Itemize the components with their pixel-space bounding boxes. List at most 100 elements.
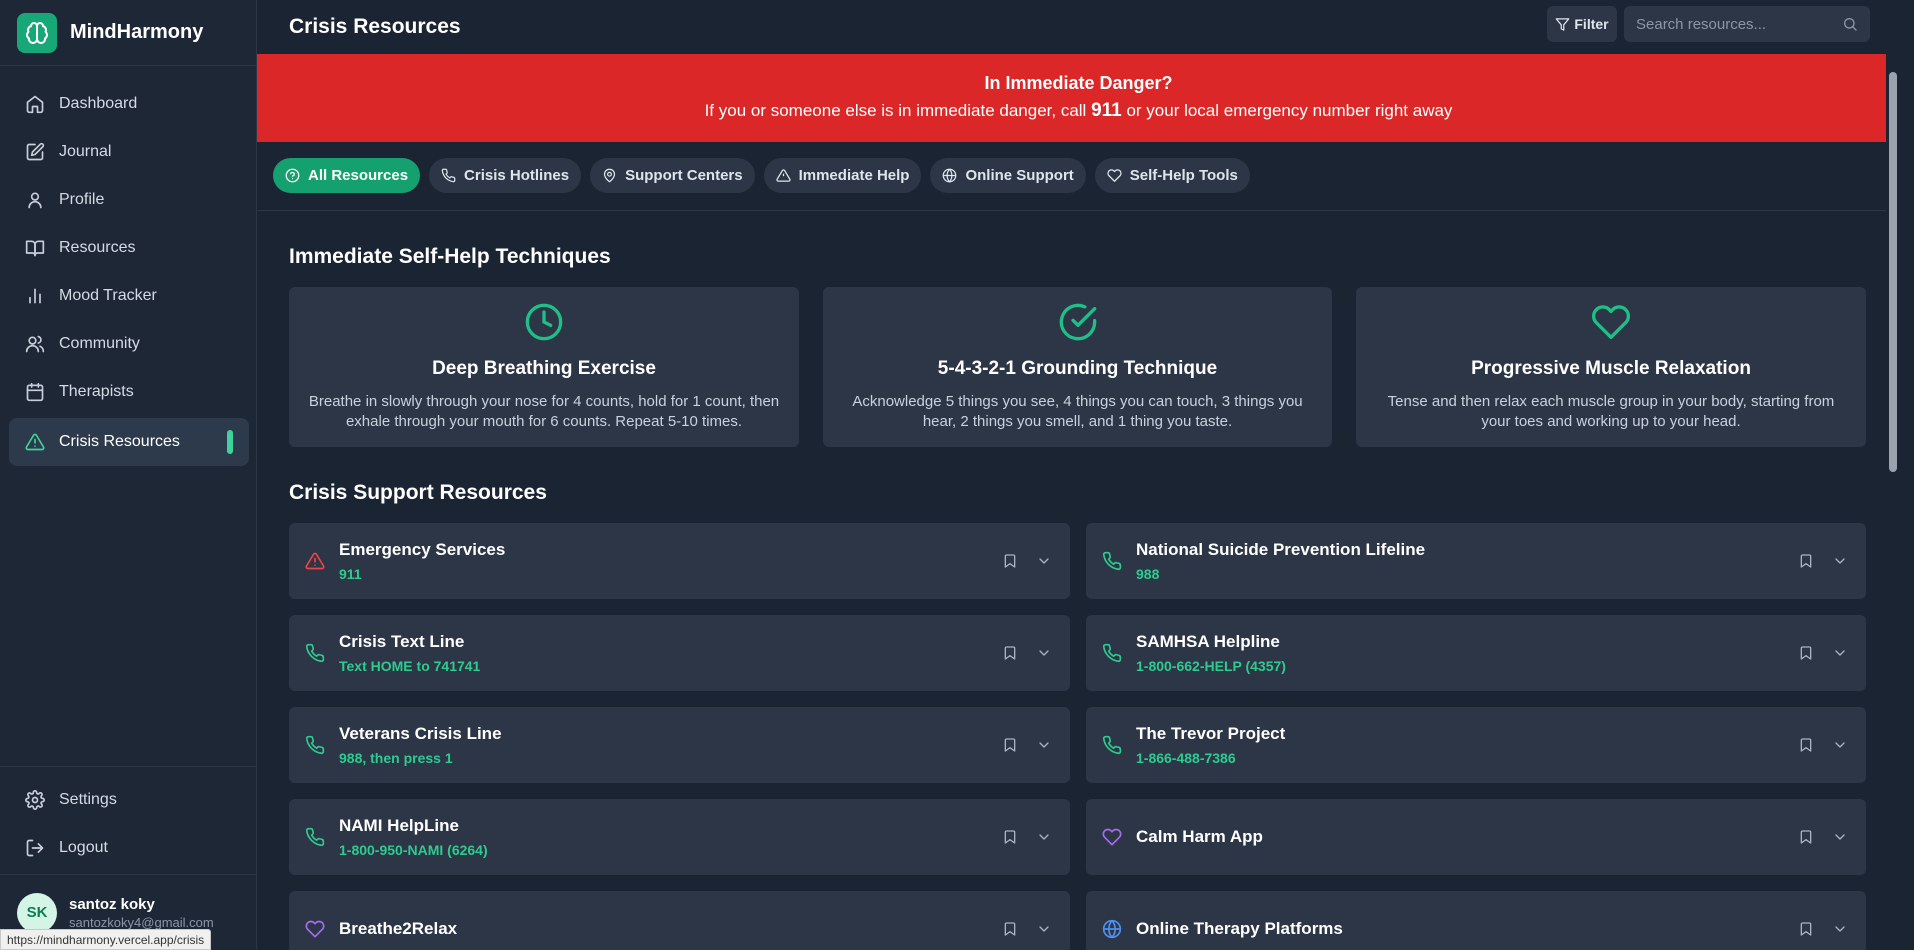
filter-label: Crisis Hotlines	[464, 167, 570, 184]
filter-support-centers[interactable]: Support Centers	[590, 158, 755, 193]
resource-card[interactable]: Calm Harm App	[1086, 799, 1866, 875]
users-icon	[25, 334, 45, 354]
filter-immediate-help[interactable]: Immediate Help	[763, 158, 922, 193]
technique-card[interactable]: Deep Breathing Exercise Breathe in slowl…	[289, 287, 799, 447]
search-box	[1624, 6, 1870, 42]
gear-icon	[25, 790, 45, 810]
sidebar-item-label: Profile	[59, 191, 105, 208]
sidebar-item-label: Therapists	[59, 383, 134, 400]
check-circle-icon	[1058, 302, 1098, 342]
chevron-down-icon[interactable]	[1832, 737, 1848, 753]
resource-detail: 988, then press 1	[339, 750, 453, 766]
chevron-down-icon[interactable]	[1036, 553, 1052, 569]
heart-icon	[1107, 168, 1130, 183]
bookmark-icon[interactable]	[1002, 737, 1018, 753]
chevron-down-icon[interactable]	[1036, 645, 1052, 661]
bookmark-icon[interactable]	[1798, 737, 1814, 753]
active-indicator	[227, 430, 233, 454]
chevron-down-icon[interactable]	[1832, 921, 1848, 937]
resource-detail: Text HOME to 741741	[339, 658, 481, 674]
sidebar-item-settings[interactable]: Settings	[9, 776, 248, 824]
bookmark-icon[interactable]	[1002, 645, 1018, 661]
sidebar-item-dashboard[interactable]: Dashboard	[9, 80, 249, 128]
technique-title: Progressive Muscle Relaxation	[1471, 358, 1751, 379]
logout-icon	[25, 838, 45, 858]
technique-card[interactable]: 5-4-3-2-1 Grounding Technique Acknowledg…	[823, 287, 1332, 447]
sidebar-item-resources[interactable]: Resources	[9, 224, 249, 272]
main-content: Crisis Resources Filter In Immediate Dan…	[257, 0, 1900, 950]
scroll-thumb[interactable]	[1889, 72, 1897, 472]
brain-icon	[17, 12, 57, 53]
resource-card[interactable]: SAMHSA Helpline 1-800-662-HELP (4357)	[1086, 615, 1866, 691]
sidebar-item-logout[interactable]: Logout	[9, 824, 248, 872]
chevron-down-icon[interactable]	[1036, 921, 1052, 937]
resource-card[interactable]: Crisis Text Line Text HOME to 741741	[289, 615, 1070, 691]
scrollbar[interactable]	[1886, 54, 1900, 950]
resource-detail: 1-800-950-NAMI (6264)	[339, 842, 488, 858]
chevron-down-icon[interactable]	[1832, 829, 1848, 845]
sidebar-bottom-nav: Settings Logout	[0, 766, 257, 872]
bar-chart-icon	[25, 286, 45, 306]
danger-title: In Immediate Danger?	[984, 73, 1173, 93]
bookmark-icon[interactable]	[1798, 829, 1814, 845]
user-email: santozkoky4@gmail.com	[69, 914, 214, 930]
resource-name: The Trevor Project	[1136, 724, 1286, 743]
filter-button[interactable]: Filter	[1547, 6, 1617, 42]
sidebar-item-label: Crisis Resources	[59, 433, 180, 450]
filter-label: Filter	[1574, 16, 1609, 32]
filter-online-support[interactable]: Online Support	[930, 158, 1086, 193]
resource-name: Breathe2Relax	[339, 919, 458, 938]
filter-all-resources[interactable]: All Resources	[273, 158, 421, 193]
bookmark-icon[interactable]	[1798, 553, 1814, 569]
resource-card[interactable]: Breathe2Relax	[289, 891, 1070, 950]
sidebar: MindHarmony Dashboard Journal Profile Re…	[0, 0, 257, 950]
globe-icon	[1102, 919, 1122, 939]
technique-desc: Tense and then relax each muscle group i…	[1387, 393, 1835, 430]
filter-label: Immediate Help	[798, 167, 910, 184]
heart-icon	[305, 919, 325, 939]
home-icon	[25, 94, 45, 114]
filter-label: Self-Help Tools	[1129, 167, 1238, 184]
resources-title: Crisis Support Resources	[289, 481, 547, 504]
sidebar-item-therapists[interactable]: Therapists	[9, 368, 249, 416]
sidebar-item-label: Logout	[59, 839, 108, 856]
chevron-down-icon[interactable]	[1036, 829, 1052, 845]
sidebar-item-mood-tracker[interactable]: Mood Tracker	[9, 272, 249, 320]
resource-card[interactable]: The Trevor Project 1-866-488-7386	[1086, 707, 1866, 783]
filter-icon	[1555, 17, 1574, 32]
chevron-down-icon[interactable]	[1832, 553, 1848, 569]
sidebar-item-label: Resources	[59, 239, 136, 256]
search-input[interactable]	[1636, 15, 1842, 33]
bookmark-icon[interactable]	[1002, 553, 1018, 569]
resource-card[interactable]: Online Therapy Platforms	[1086, 891, 1866, 950]
filter-crisis-hotlines[interactable]: Crisis Hotlines	[429, 158, 582, 193]
bookmark-icon[interactable]	[1798, 921, 1814, 937]
resource-card[interactable]: Emergency Services 911	[289, 523, 1070, 599]
sidebar-item-label: Journal	[59, 143, 112, 160]
bookmark-icon[interactable]	[1002, 829, 1018, 845]
alert-triangle-icon	[25, 432, 45, 452]
sidebar-item-crisis-resources[interactable]: Crisis Resources	[9, 418, 249, 466]
sidebar-item-label: Dashboard	[59, 95, 138, 112]
chevron-down-icon[interactable]	[1832, 645, 1848, 661]
alert-triangle-icon	[775, 168, 799, 183]
bookmark-icon[interactable]	[1002, 921, 1018, 937]
calendar-icon	[25, 382, 45, 402]
resource-card[interactable]: NAMI HelpLine 1-800-950-NAMI (6264)	[289, 799, 1070, 875]
sidebar-item-community[interactable]: Community	[9, 320, 249, 368]
filter-self-help-tools[interactable]: Self-Help Tools	[1094, 158, 1250, 193]
sidebar-item-profile[interactable]: Profile	[9, 176, 249, 224]
bookmark-icon[interactable]	[1798, 645, 1814, 661]
sidebar-item-journal[interactable]: Journal	[9, 128, 249, 176]
map-pin-icon	[602, 168, 625, 183]
chevron-down-icon[interactable]	[1036, 737, 1052, 753]
resource-card[interactable]: Veterans Crisis Line 988, then press 1	[289, 707, 1070, 783]
technique-card[interactable]: Progressive Muscle Relaxation Tense and …	[1356, 287, 1866, 447]
resource-name: National Suicide Prevention Lifeline	[1136, 540, 1426, 559]
brand[interactable]: MindHarmony	[0, 0, 256, 66]
danger-text-after: or your local emergency number right awa…	[1121, 101, 1453, 120]
resource-card[interactable]: National Suicide Prevention Lifeline 988	[1086, 523, 1866, 599]
search-icon[interactable]	[1842, 16, 1858, 32]
resource-name: Online Therapy Platforms	[1136, 919, 1343, 938]
danger-text: If you or someone else is in immediate d…	[257, 100, 1900, 122]
